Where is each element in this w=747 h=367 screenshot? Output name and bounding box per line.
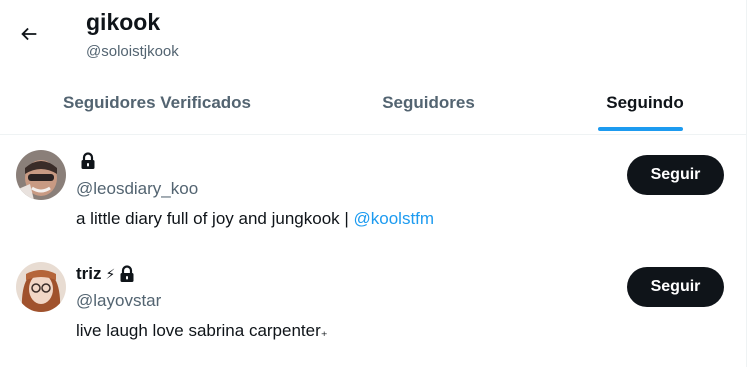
avatar[interactable] [16, 262, 66, 312]
tab-verified-followers[interactable]: Seguidores Verificados [0, 72, 314, 134]
profile-name: gikook [86, 9, 161, 35]
follow-button[interactable]: Seguir [627, 155, 724, 195]
bio-mention-link[interactable]: @koolstfm [354, 209, 435, 228]
user-row[interactable]: triz ⚡ @layovstar live laugh love sabrin… [0, 248, 747, 358]
avatar[interactable] [16, 150, 66, 200]
back-button[interactable] [12, 17, 46, 51]
user-name-line[interactable]: triz ⚡ [76, 264, 135, 284]
active-tab-indicator [598, 127, 683, 131]
avatar-image [16, 150, 66, 200]
tab-label: Seguidores Verificados [62, 93, 251, 112]
bio-trailing-symbol: ₊ [320, 324, 328, 339]
tab-following[interactable]: Seguindo [543, 72, 747, 134]
bio-text: live laugh love sabrina carpenter [76, 321, 321, 340]
tab-followers[interactable]: Seguidores [314, 72, 543, 134]
lock-icon [120, 265, 134, 282]
follow-button[interactable]: Seguir [627, 267, 724, 307]
avatar-image [16, 262, 66, 312]
page: gikook @soloistjkook Seguidores Verifica… [0, 0, 747, 367]
user-bio: live laugh love sabrina carpenter₊ [76, 321, 328, 341]
lightning-emoji-icon: ⚡ [105, 265, 116, 282]
tab-bar: Seguidores Verificados Seguidores Seguin… [0, 72, 747, 135]
user-handle[interactable]: @layovstar [76, 291, 161, 311]
lock-icon [81, 152, 95, 169]
user-row[interactable]: @leosdiary_koo a little diary full of jo… [0, 136, 747, 246]
tab-label: Seguindo [606, 93, 684, 112]
user-name-line[interactable] [76, 152, 96, 170]
arrow-left-icon [21, 27, 37, 41]
bio-text: a little diary full of joy and jungkook … [76, 209, 354, 228]
tab-label: Seguidores [382, 93, 475, 112]
user-handle[interactable]: @leosdiary_koo [76, 179, 198, 199]
user-name[interactable]: triz [76, 264, 102, 284]
user-bio: a little diary full of joy and jungkook … [76, 209, 434, 229]
profile-handle: @soloistjkook [86, 43, 179, 60]
